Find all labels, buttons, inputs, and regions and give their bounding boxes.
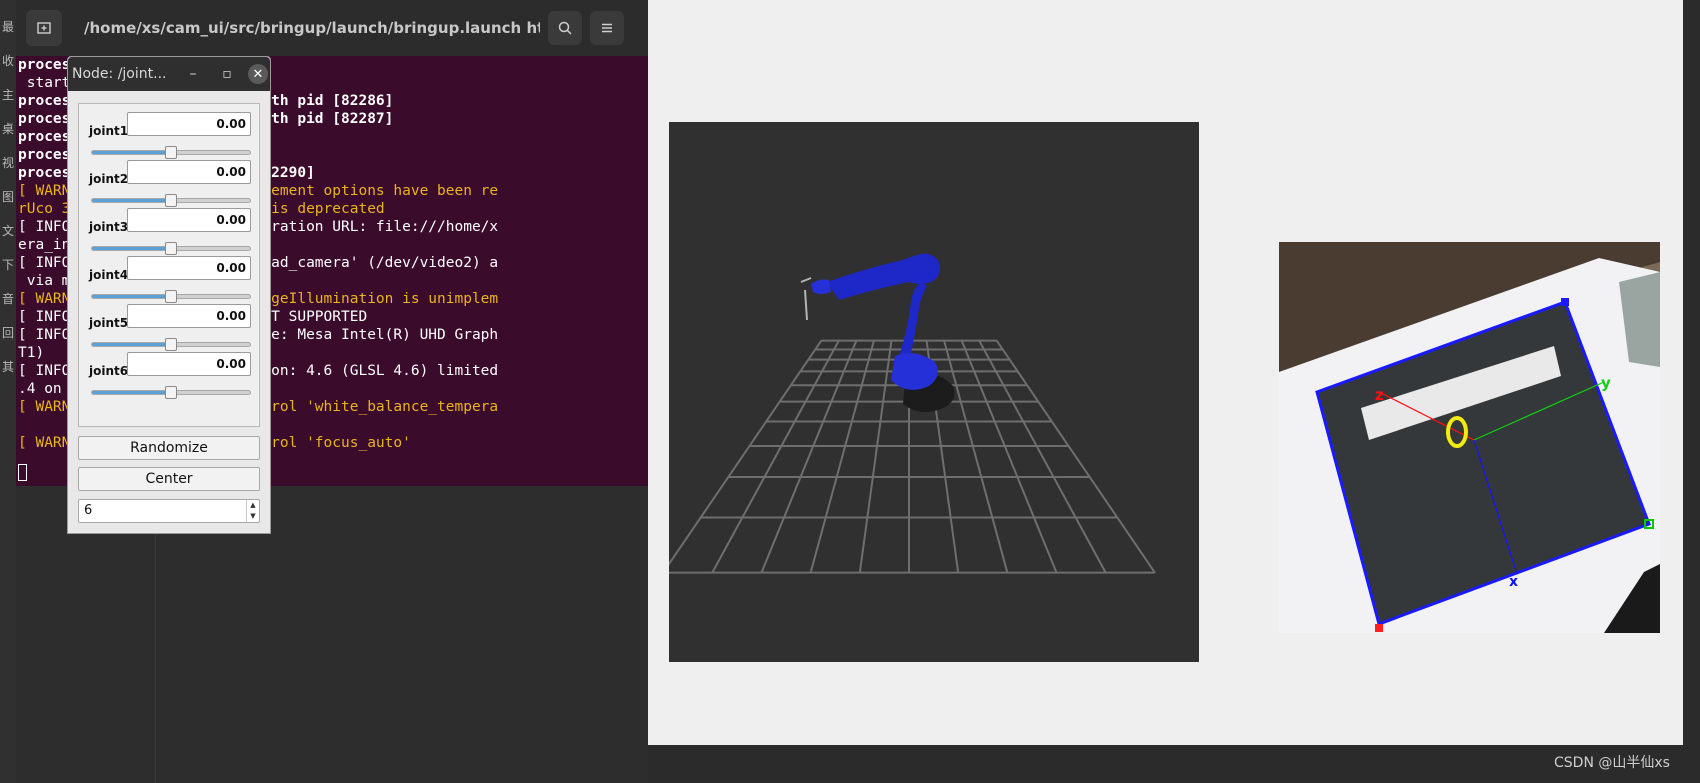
camera-image-view[interactable]: z y x (1279, 242, 1660, 633)
joint-slider[interactable] (91, 242, 251, 255)
search-button[interactable] (548, 11, 582, 45)
joint-label: joint2 (89, 172, 129, 186)
minimize-button[interactable]: – (176, 66, 210, 82)
joint-slider[interactable] (91, 146, 251, 159)
watermark: CSDN @山半仙xs (1554, 755, 1670, 771)
joint-label: joint1 (89, 124, 129, 138)
joint-label: joint3 (89, 220, 129, 234)
dock-item-0[interactable]: 最 (0, 20, 16, 34)
joint-slider[interactable] (91, 194, 251, 207)
terminal-cursor (18, 464, 27, 481)
slider-fill (92, 343, 171, 346)
scene-svg (669, 253, 1156, 574)
slider-fill (92, 199, 171, 202)
terminal-line: T1) (18, 345, 45, 361)
joint-row-joint6: joint6 0.00 (79, 352, 259, 404)
slider-fill (92, 247, 171, 250)
camera-svg: z y x (1279, 242, 1660, 633)
joint-value-field[interactable]: 0.00 (127, 208, 251, 232)
joint-row-joint1: joint1 0.00 (79, 112, 259, 164)
joint-value-field[interactable]: 0.00 (127, 352, 251, 376)
spinbox-value: 6 (84, 503, 93, 518)
joint-label: joint5 (89, 316, 129, 330)
joint-slider[interactable] (91, 290, 251, 303)
corner-marker-bl (1375, 624, 1383, 632)
dock-item-8[interactable]: 音 (0, 292, 16, 306)
dock-item-7[interactable]: 下 (0, 258, 16, 272)
grid-line (669, 340, 823, 566)
dock-item-10[interactable]: 其 (0, 360, 16, 374)
jsp-title: Node: /joint... (72, 66, 167, 82)
grid-line (995, 340, 1156, 574)
joint-state-publisher-window[interactable]: Node: /joint... – ▫ ✕ joint1 0.00 joint2 0.… (67, 56, 271, 534)
robot-3d-view[interactable] (669, 122, 1199, 662)
slider-handle[interactable] (165, 146, 177, 159)
slider-fill (92, 391, 171, 394)
corner-marker-tl (1561, 298, 1569, 306)
randomize-button[interactable]: Randomize (78, 436, 260, 460)
hamburger-icon (602, 23, 612, 33)
spinbox-arrows[interactable]: ▲ ▼ (246, 500, 259, 522)
joint-sliders-frame: joint1 0.00 joint2 0.00 joint3 0.00 joint4 0.00… (78, 103, 260, 427)
dock-item-3[interactable]: 桌 (0, 122, 16, 136)
joint-row-joint3: joint3 0.00 (79, 208, 259, 260)
spin-down-icon[interactable]: ▼ (247, 511, 259, 522)
joint-row-joint5: joint5 0.00 (79, 304, 259, 356)
axis-y-label: y (1601, 374, 1611, 392)
joint-slider[interactable] (91, 386, 251, 399)
slider-fill (92, 295, 171, 298)
terminal-line: via m (18, 273, 71, 289)
robot-wrist (811, 279, 831, 294)
close-icon: ✕ (252, 66, 264, 82)
dock-item-1[interactable]: 收 (0, 54, 16, 68)
joint-value-field[interactable]: 0.00 (127, 256, 251, 280)
terminal-line: era_in (18, 237, 71, 253)
dock-item-5[interactable]: 图 (0, 190, 16, 204)
spin-up-icon[interactable]: ▲ (247, 500, 259, 511)
jsp-titlebar[interactable]: Node: /joint... – ▫ ✕ (68, 57, 270, 91)
center-button[interactable]: Center (78, 467, 260, 491)
search-icon (558, 21, 572, 35)
robot-shoulder (891, 353, 938, 390)
joint-value-field[interactable]: 0.00 (127, 112, 251, 136)
close-button[interactable]: ✕ (248, 64, 268, 84)
maximize-button[interactable]: ▫ (210, 66, 244, 82)
slider-handle[interactable] (165, 338, 177, 351)
dock-item-6[interactable]: 文 (0, 224, 16, 238)
joint-value-field[interactable]: 0.00 (127, 160, 251, 184)
left-dock: 最收主桌视图文下音回其 (0, 0, 16, 783)
terminal-header: /home/xs/cam_ui/src/bringup/launch/bring… (16, 0, 648, 56)
slider-handle[interactable] (165, 386, 177, 399)
joint-label: joint6 (89, 364, 129, 378)
slider-handle[interactable] (165, 290, 177, 303)
spinbox-input[interactable]: 6 ▲ ▼ (78, 499, 260, 523)
new-tab-button[interactable] (26, 10, 62, 46)
menu-button[interactable] (590, 11, 624, 45)
joint-slider[interactable] (91, 338, 251, 351)
joint-row-joint4: joint4 0.00 (79, 256, 259, 308)
new-tab-icon (37, 22, 51, 34)
terminal-line: .4 on (18, 381, 62, 397)
robot-gripper (800, 277, 812, 321)
robot-arm (800, 253, 955, 413)
dock-item-9[interactable]: 回 (0, 326, 16, 340)
axis-z-label: z (1375, 386, 1384, 404)
slider-handle[interactable] (165, 194, 177, 207)
slider-handle[interactable] (165, 242, 177, 255)
joint-row-joint2: joint2 0.00 (79, 160, 259, 212)
joint-label: joint4 (89, 268, 129, 282)
axis-x-label: x (1509, 574, 1518, 590)
dock-item-4[interactable]: 视 (0, 156, 16, 170)
dock-item-2[interactable]: 主 (0, 88, 16, 102)
slider-fill (92, 151, 171, 154)
joint-value-field[interactable]: 0.00 (127, 304, 251, 328)
terminal-title: /home/xs/cam_ui/src/bringup/launch/bring… (84, 19, 540, 37)
